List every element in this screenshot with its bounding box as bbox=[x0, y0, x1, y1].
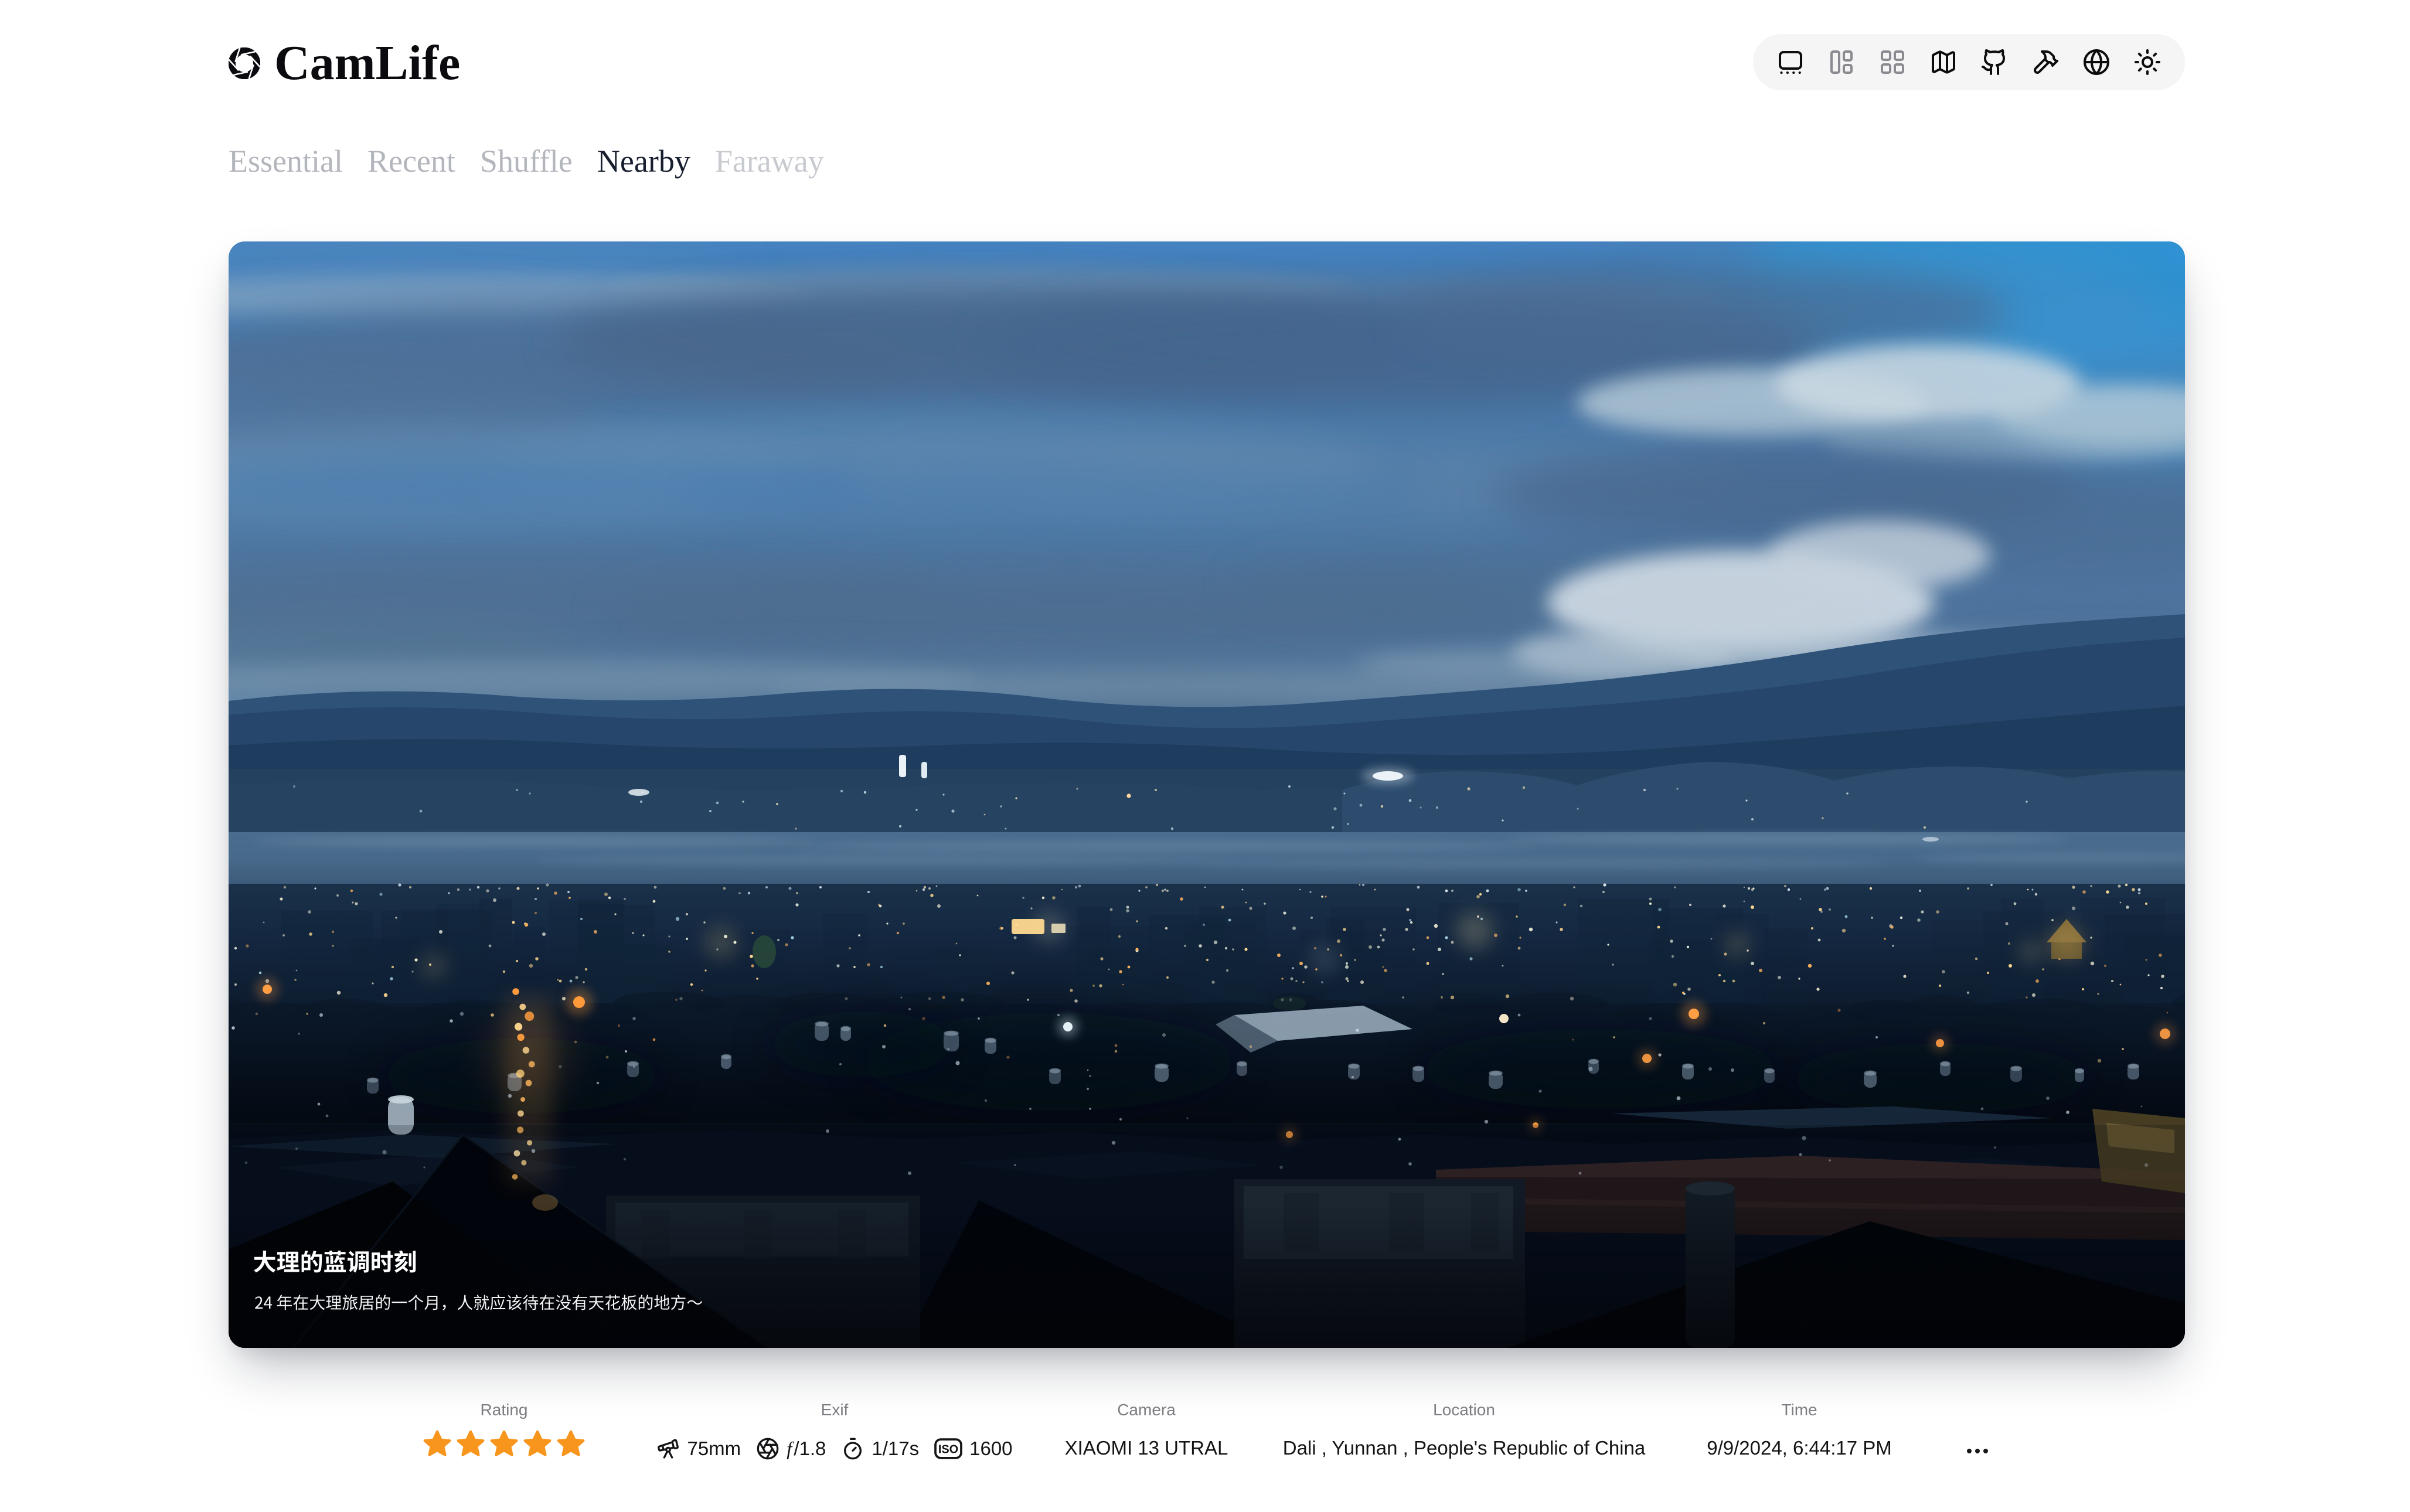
svg-text:ISO: ISO bbox=[938, 1443, 958, 1456]
